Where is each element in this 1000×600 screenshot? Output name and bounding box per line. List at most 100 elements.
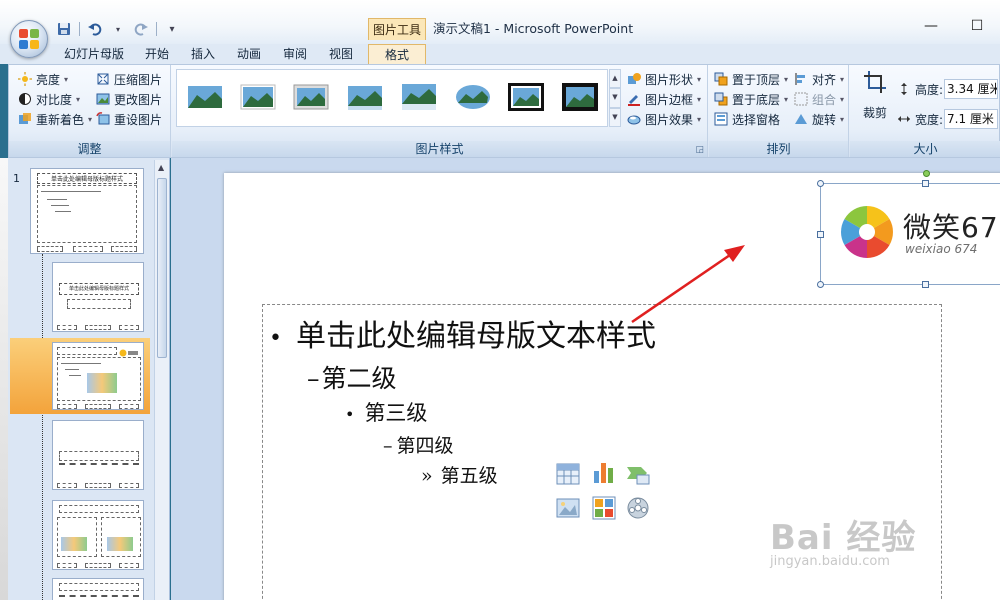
dialog-launcher-icon[interactable]: ◲ [695, 145, 704, 155]
change-picture-button[interactable]: 更改图片 [95, 89, 162, 109]
reset-picture-icon [95, 111, 111, 127]
window-controls: — ☐ [908, 14, 1000, 38]
picture-style-4[interactable] [347, 83, 383, 111]
text-level-2[interactable]: –第二级 [307, 359, 397, 395]
sun-icon [17, 71, 33, 87]
layout-thumbnail-section[interactable] [52, 420, 144, 490]
align-button[interactable]: 对齐 ▾ [793, 69, 844, 89]
scrollbar-thumb[interactable] [157, 178, 167, 358]
qat-separator [79, 22, 80, 36]
picture-style-6[interactable] [455, 83, 491, 111]
resize-handle-bottom[interactable] [922, 281, 929, 288]
chevron-down-icon: ▾ [76, 94, 81, 104]
gallery-more[interactable]: ▼ [609, 107, 621, 127]
resize-handle-top-left[interactable] [817, 180, 824, 187]
desktop-background-strip [0, 158, 8, 600]
send-to-back-button[interactable]: 置于底层 ▾ [713, 89, 788, 109]
tab-animations[interactable]: 动画 [230, 44, 268, 64]
selection-pane-button[interactable]: 选择窗格 [713, 109, 780, 129]
reset-picture-button[interactable]: 重设图片 [95, 109, 162, 129]
insert-media-icon[interactable] [625, 495, 651, 521]
compress-pictures-button[interactable]: 压缩图片 [95, 69, 162, 89]
undo-button[interactable] [85, 19, 105, 39]
group-picture-styles: ▲ ▼ ▼ 图片形状 ▾ 图片边框 ▾ 图片效果 ▾ 图片样式 ◲ [172, 65, 708, 157]
undo-dropdown[interactable]: ▾ [108, 19, 128, 39]
resize-handle-bottom-left[interactable] [817, 281, 824, 288]
recolor-icon [17, 111, 33, 127]
insert-table-icon[interactable] [555, 461, 581, 487]
save-button[interactable] [54, 19, 74, 39]
height-input[interactable]: 3.34 厘米 [944, 79, 998, 99]
crop-button[interactable]: 裁剪 [858, 69, 892, 125]
tab-insert[interactable]: 插入 [184, 44, 222, 64]
resize-handle-top[interactable] [922, 180, 929, 187]
insert-picture-icon[interactable] [555, 495, 581, 521]
watermark-url: jingyan.baidu.com [770, 554, 890, 569]
picture-style-8[interactable] [562, 83, 598, 111]
logo-mark-icon [841, 206, 893, 258]
tab-review[interactable]: 审阅 [276, 44, 314, 64]
rotate-button[interactable]: 旋转 ▾ [793, 109, 844, 129]
width-input[interactable]: 7.1 厘米 [944, 109, 998, 129]
gallery-scroll-up[interactable]: ▲ [609, 69, 621, 89]
chevron-down-icon: ▾ [64, 74, 69, 84]
insert-clipart-icon[interactable] [591, 495, 617, 521]
picture-effects-button[interactable]: 图片效果 ▾ [626, 109, 701, 129]
tab-home[interactable]: 开始 [138, 44, 176, 64]
tab-format[interactable]: 格式 [368, 44, 426, 64]
save-icon [58, 23, 70, 35]
picture-style-5[interactable] [401, 83, 437, 111]
width-label: 宽度: [896, 109, 943, 129]
picture-border-button[interactable]: 图片边框 ▾ [626, 89, 701, 109]
picture-styles-gallery [176, 69, 608, 127]
selection-pane-icon [713, 111, 729, 127]
customize-qat-button[interactable]: ▾ [162, 19, 182, 39]
tab-view[interactable]: 视图 [322, 44, 360, 64]
insert-chart-icon[interactable] [591, 459, 617, 485]
picture-shape-button[interactable]: 图片形状 ▾ [626, 69, 701, 89]
picture-style-1[interactable] [187, 83, 223, 111]
scroll-up-icon[interactable]: ▲ [158, 163, 164, 172]
text-level-4[interactable]: – 第四级 [383, 431, 454, 458]
rotation-handle[interactable] [923, 170, 930, 177]
brightness-button[interactable]: 亮度 ▾ [17, 69, 68, 89]
shapes-icon [626, 71, 642, 87]
recolor-button[interactable]: 重新着色 ▾ [17, 109, 92, 129]
logo-subtext: weixiao 674 [905, 242, 978, 256]
picture-style-2[interactable] [240, 83, 276, 111]
text-level-5[interactable]: » 第五级 [421, 461, 498, 488]
picture-style-7[interactable] [508, 83, 544, 111]
layout-thumbnail-comparison[interactable] [52, 578, 144, 600]
text-level-3[interactable]: • 第三级 [345, 397, 427, 427]
layout-thumbnail-title-content-selected[interactable] [52, 342, 144, 410]
resize-handle-left[interactable] [817, 231, 824, 238]
tab-slide-master[interactable]: 幻灯片母版 [58, 44, 130, 64]
crop-icon [864, 71, 886, 93]
layout-thumbnail-title[interactable]: 单击此处编辑母版标题样式 [52, 262, 144, 332]
minimize-button[interactable]: — [908, 14, 954, 38]
office-button[interactable] [10, 20, 48, 58]
picture-style-3[interactable] [293, 83, 329, 111]
layout-thumbnail-two-content[interactable] [52, 500, 144, 570]
redo-button[interactable] [131, 19, 151, 39]
baidu-watermark: Bai 经验 jingyan.baidu.com [770, 510, 916, 569]
tree-connector [42, 254, 43, 600]
bring-front-icon [713, 71, 729, 87]
effects-icon [626, 111, 642, 127]
thumbnail-scrollbar[interactable]: ▲ [154, 160, 169, 600]
contrast-button[interactable]: 对比度 ▾ [17, 89, 80, 109]
group-label-adjust: 调整 [9, 141, 170, 157]
master-slide-thumbnail[interactable]: 单击此处编辑母版标题样式 [30, 168, 144, 254]
insert-smartart-icon[interactable] [625, 461, 651, 487]
group-objects-button[interactable]: 组合 ▾ [793, 89, 844, 109]
height-icon [896, 81, 912, 97]
text-level-1[interactable]: • 单击此处编辑母版文本样式 [269, 311, 656, 355]
logo-picture[interactable]: 微笑674 weixiao 674 [817, 170, 1000, 288]
change-picture-icon [95, 91, 111, 107]
bring-to-front-button[interactable]: 置于顶层 ▾ [713, 69, 788, 89]
chevron-down-icon: ▾ [840, 114, 845, 124]
contrast-icon [17, 91, 33, 107]
gallery-scroll-down[interactable]: ▼ [609, 88, 621, 108]
group-arrange: 置于顶层 ▾ 置于底层 ▾ 选择窗格 对齐 ▾ 组合 ▾ 旋转 ▾ 排列 [709, 65, 849, 157]
maximize-button[interactable]: ☐ [954, 14, 1000, 38]
